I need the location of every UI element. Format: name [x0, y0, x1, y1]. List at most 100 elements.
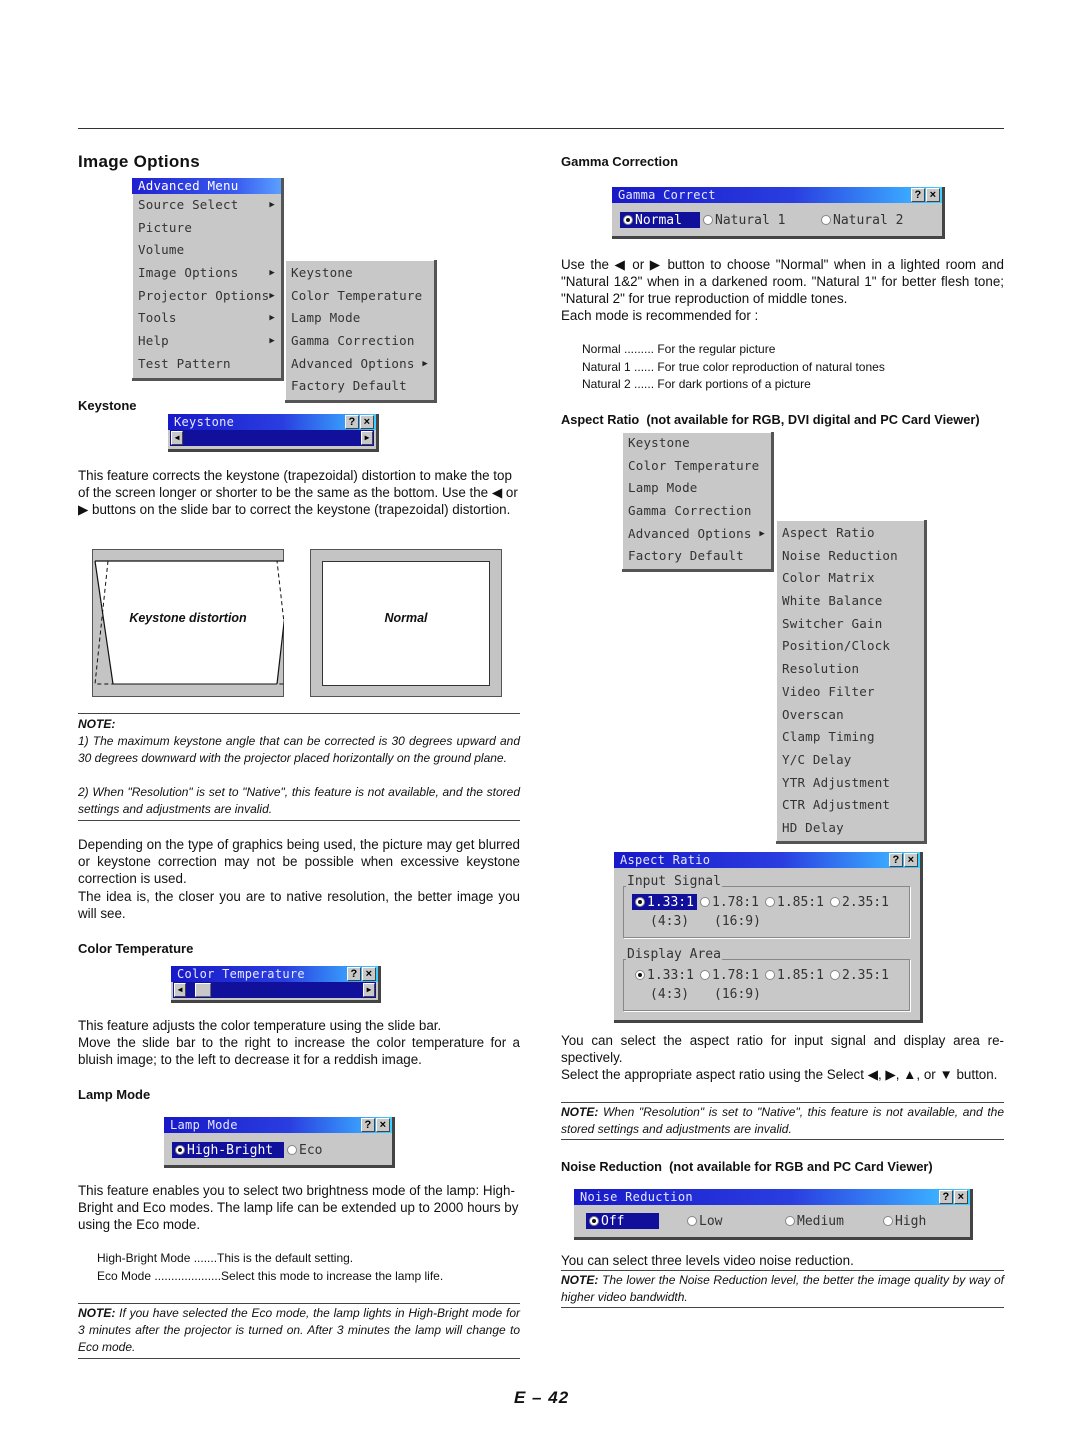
gamma-option-natural-1[interactable]: Natural 1 — [700, 212, 818, 228]
aspect-ratio-para-1: You can select the aspect ratio for inpu… — [561, 1033, 1004, 1065]
display-ratio-option[interactable]: 1.85:1 — [762, 967, 827, 983]
input-ratio-option[interactable]: 2.35:1 — [827, 894, 892, 910]
slider-thumb[interactable] — [195, 983, 212, 997]
advanced-options-menu-item[interactable]: Switcher Gain — [776, 613, 924, 636]
lamp-mode-option-eco[interactable]: Eco — [284, 1142, 325, 1158]
display-ratio-option[interactable]: 1.78:1 — [697, 967, 762, 983]
advanced-menu-item[interactable]: Source Select ▶ — [132, 194, 281, 217]
advanced-options-menu-item[interactable]: Aspect Ratio — [776, 522, 924, 545]
slider-left-arrow-icon[interactable]: ◀ — [174, 983, 186, 997]
advanced-options-menu-item[interactable]: Clamp Timing — [776, 726, 924, 749]
keystone-window: Keystone ? × ◀ ▶ — [168, 414, 379, 452]
image-options-menu-item[interactable]: Color Temperature — [622, 455, 771, 478]
image-options-menu-item[interactable]: Gamma Correction — [285, 330, 434, 353]
advanced-options-menu-item[interactable]: White Balance — [776, 590, 924, 613]
gamma-mode-list: Normal ......... For the regular picture… — [582, 341, 1002, 394]
advanced-menu-item[interactable]: Projector Options ▶ — [132, 285, 281, 308]
advanced-menu-item[interactable]: Help ▶ — [132, 330, 281, 353]
advanced-options-menu-item[interactable]: Color Matrix — [776, 567, 924, 590]
advanced-menu-item[interactable]: Volume — [132, 239, 281, 262]
advanced-menu-item[interactable]: Test Pattern — [132, 353, 281, 376]
advanced-options-menu-item[interactable]: Video Filter — [776, 681, 924, 704]
gamma-option-natural-2[interactable]: Natural 2 — [818, 212, 906, 228]
advanced-options-menu-item[interactable]: Overscan — [776, 704, 924, 727]
image-options-menu-item[interactable]: Color Temperature — [285, 285, 434, 308]
slider-left-arrow-icon[interactable]: ◀ — [171, 431, 183, 445]
keystone-slider[interactable]: ◀ ▶ — [170, 430, 374, 446]
slider-right-arrow-icon[interactable]: ▶ — [361, 431, 373, 445]
display-area-sub-4-3: (4:3) — [650, 987, 690, 1002]
advanced-options-menu-item-label: Switcher Gain — [782, 615, 883, 631]
note-rule-top — [78, 713, 520, 714]
input-signal-label: Input Signal — [626, 874, 722, 889]
color-temperature-titlebar: Color Temperature ? × — [171, 966, 378, 982]
input-ratio-option[interactable]: 1.85:1 — [762, 894, 827, 910]
advanced-options-menu-item[interactable]: Y/C Delay — [776, 749, 924, 772]
lamp-mode-heading: Lamp Mode — [78, 1087, 151, 1102]
color-temperature-window-title: Color Temperature — [177, 967, 305, 981]
advanced-menu-item[interactable]: Image Options ▶ — [132, 262, 281, 285]
input-ratio-label: 2.35:1 — [842, 894, 889, 910]
image-options-menu-item[interactable]: Factory Default — [622, 545, 771, 568]
noise-option-high[interactable]: High — [880, 1213, 929, 1229]
image-options-menu-item[interactable]: Keystone — [285, 262, 434, 285]
color-temperature-slider[interactable]: ◀ ▶ — [173, 982, 376, 998]
input-ratio-label: 1.33:1 — [647, 894, 694, 910]
advanced-options-menu-item[interactable]: HD Delay — [776, 817, 924, 840]
display-area-options: 1.33:1 1.78:1 1.85:1 2.35:1 — [632, 967, 892, 983]
image-options-menu-item[interactable]: Lamp Mode — [622, 477, 771, 500]
close-button[interactable]: × — [362, 967, 376, 981]
lamp-mode-list-term: High-Bright Mode ....... — [97, 1251, 218, 1265]
help-button[interactable]: ? — [939, 1190, 953, 1204]
aspect-ratio-titlebar: Aspect Ratio ? × — [614, 852, 920, 868]
image-options-menu-item[interactable]: Gamma Correction — [622, 500, 771, 523]
advanced-options-menu-item[interactable]: YTR Adjustment — [776, 772, 924, 795]
noise-option-off[interactable]: Off — [586, 1213, 659, 1229]
submenu-arrow-icon: ▶ — [422, 358, 428, 369]
noise-reduction-window: Noise Reduction ? × Off Low Medium High — [574, 1189, 973, 1240]
advanced-menu-item[interactable]: Picture — [132, 217, 281, 240]
help-button[interactable]: ? — [889, 853, 903, 867]
help-button[interactable]: ? — [911, 188, 925, 202]
gamma-option-normal[interactable]: Normal — [620, 212, 700, 228]
advanced-options-menu-item-label: Overscan — [782, 706, 844, 722]
display-ratio-option[interactable]: 2.35:1 — [827, 967, 892, 983]
image-options-menu-item-label: Gamma Correction — [628, 503, 752, 519]
gamma-mode-list-term: Natural 1 ...... — [582, 359, 655, 374]
advanced-options-menu-item-label: YTR Adjustment — [782, 774, 891, 790]
close-button[interactable]: × — [904, 853, 918, 867]
advanced-options-menu-item[interactable]: Noise Reduction — [776, 545, 924, 568]
radio-icon — [635, 897, 645, 907]
advanced-options-menu-item[interactable]: Resolution — [776, 658, 924, 681]
close-button[interactable]: × — [954, 1190, 968, 1204]
advanced-menu-item[interactable]: Tools ▶ — [132, 307, 281, 330]
close-button[interactable]: × — [360, 415, 374, 429]
help-button[interactable]: ? — [361, 1118, 375, 1132]
close-button[interactable]: × — [376, 1118, 390, 1132]
keystone-heading: Keystone — [78, 398, 137, 413]
image-options-menu-item[interactable]: Lamp Mode — [285, 307, 434, 330]
image-options-menu-item[interactable]: Advanced Options ▶ — [622, 523, 771, 546]
input-signal-sub-16-9: (16:9) — [714, 914, 761, 929]
image-options-menu-item[interactable]: Advanced Options ▶ — [285, 353, 434, 376]
close-button[interactable]: × — [926, 188, 940, 202]
noise-reduction-note: NOTE: The lower the Noise Reduction leve… — [561, 1273, 1004, 1304]
display-ratio-option[interactable]: 1.33:1 — [632, 967, 697, 983]
help-button[interactable]: ? — [345, 415, 359, 429]
advanced-options-menu-item[interactable]: CTR Adjustment — [776, 794, 924, 817]
noise-option-low[interactable]: Low — [684, 1213, 782, 1229]
help-button[interactable]: ? — [347, 967, 361, 981]
normal-label: Normal — [384, 611, 428, 625]
input-ratio-option[interactable]: 1.78:1 — [697, 894, 762, 910]
lamp-mode-option-high-bright[interactable]: High-Bright — [172, 1142, 284, 1158]
advanced-options-menu-item[interactable]: Position/Clock — [776, 635, 924, 658]
advanced-options-menu-item-label: Aspect Ratio — [782, 525, 875, 540]
aspect-ratio-heading: Aspect Ratio (not available for RGB, DVI… — [561, 412, 980, 427]
image-options-menu-item[interactable]: Keystone — [622, 432, 771, 455]
advanced-options-menu-item-label: Resolution — [782, 661, 860, 677]
slider-right-arrow-icon[interactable]: ▶ — [363, 983, 375, 997]
image-options-menu-item[interactable]: Factory Default — [285, 375, 434, 398]
input-ratio-option[interactable]: 1.33:1 — [632, 894, 697, 910]
display-area-sub-16-9: (16:9) — [714, 987, 761, 1002]
noise-option-medium[interactable]: Medium — [782, 1213, 880, 1229]
